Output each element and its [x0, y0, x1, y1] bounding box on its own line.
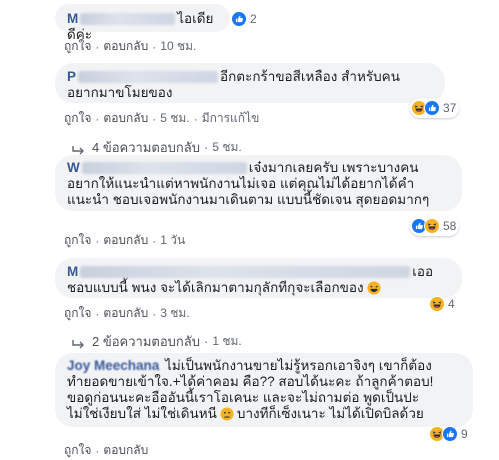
- redacted-name: [80, 13, 176, 26]
- reply-link[interactable]: ตอบกลับ: [103, 304, 148, 323]
- reply-link[interactable]: ตอบกลับ: [103, 109, 148, 128]
- reaction-count: 4: [448, 297, 455, 311]
- comment-text-line: อยากมาขโมยของ: [67, 85, 173, 100]
- replies-time: 1 ชม.: [212, 334, 242, 348]
- reply-arrow-icon: [72, 337, 86, 348]
- redacted-name: [80, 266, 411, 279]
- comment-author[interactable]: Joy Meechana: [67, 358, 159, 373]
- redacted-name: [78, 71, 219, 84]
- like-link[interactable]: ถูกใจ: [64, 37, 91, 56]
- comment-bubble: M เออ ชอบแบบนี้ พนง จะได้เลิกมาตามกุลักที…: [55, 258, 462, 298]
- comment-text-line: อีกตะกร้าขอสีเหลือง สำหรับคน: [220, 69, 400, 84]
- timestamp[interactable]: 5 ชม.: [160, 109, 189, 128]
- grin-emoji-icon: [367, 281, 381, 295]
- comment-bubble: W เจ๋งมากเลยครับ เพราะบางคน อยากให้แนะนำแ…: [55, 155, 462, 211]
- view-replies-link[interactable]: 2 ข้อความตอบกลับ · 1 ชม.: [72, 331, 242, 352]
- like-link[interactable]: ถูกใจ: [64, 441, 91, 460]
- comment-text-line: ทำยอดขายเข้าใจ.+ได้ค่าคอม คือ?? สอบได้นะ…: [67, 374, 434, 389]
- comment-text-line: ขอดูก่อนนะคะอืออันนี้เราโอเคนะ และจะไม่ถ…: [67, 390, 420, 405]
- like-link[interactable]: ถูกใจ: [64, 109, 91, 128]
- sad-emoji-icon: [220, 407, 234, 421]
- comment-actions: ถูกใจ · ตอบกลับ · 1 วัน: [64, 231, 185, 250]
- comment-actions: ถูกใจ · ตอบกลับ · 10 ชม.: [64, 37, 196, 56]
- comment-text-line: ชอบแบบนี้ พนง จะได้เลิกมาตามกุลักทีกุจะเ…: [67, 280, 364, 295]
- reaction-summary[interactable]: 9: [428, 424, 471, 444]
- comment-author[interactable]: W: [67, 160, 80, 175]
- comment-actions: ถูกใจ · ตอบกลับ · 5 ชม. · มีการแก้ไข: [64, 109, 259, 128]
- comment-text-line: เออ: [412, 264, 434, 279]
- replies-count: 2 ข้อความตอบกลับ: [92, 334, 200, 349]
- comment-author[interactable]: P: [67, 69, 76, 84]
- comment-bubble: M ไอเดียดีค่ะ: [55, 4, 230, 42]
- comment-bubble: Joy Meechana ไม่เป็นพนักงานขายไม่รู้หรอก…: [55, 353, 473, 427]
- reaction-count: 58: [443, 219, 457, 233]
- comment-text-line: แนะนำ ชอบเจอพนักงานมาเดินตาม แบบนี้ชัดเจ…: [67, 192, 430, 207]
- like-link[interactable]: ถูกใจ: [64, 231, 91, 250]
- like-reaction-icon: [424, 100, 440, 116]
- redacted-name: [81, 162, 247, 175]
- reaction-summary[interactable]: 2: [230, 9, 260, 29]
- comment-actions: ถูกใจ · ตอบกลับ: [64, 441, 148, 460]
- reaction-summary[interactable]: 58: [410, 216, 460, 236]
- reaction-count: 2: [250, 12, 257, 26]
- like-reaction-icon: [231, 11, 247, 27]
- reaction-summary[interactable]: 4: [428, 294, 458, 314]
- edited-label[interactable]: มีการแก้ไข: [202, 109, 260, 128]
- timestamp[interactable]: 10 ชม.: [160, 37, 196, 56]
- comment-text-line: ไม่เป็นพนักงานขายไม่รู้หรอกเอาจิงๆ เขาก็…: [165, 358, 432, 373]
- haha-reaction-icon: [424, 218, 440, 234]
- comment-author[interactable]: M: [67, 11, 78, 26]
- comment-actions: ถูกใจ · ตอบกลับ · 3 ชม.: [64, 304, 190, 323]
- comment-text-line: อยากให้แนะนำแต่หาพนักงานไม่เจอ แต่คุณไม่…: [67, 176, 415, 191]
- reaction-count: 9: [461, 427, 468, 441]
- comment-author[interactable]: M: [67, 264, 78, 279]
- reaction-summary[interactable]: 37: [410, 98, 460, 118]
- reply-arrow-icon: [72, 143, 86, 154]
- reply-link[interactable]: ตอบกลับ: [103, 441, 148, 460]
- comment-text-line: ไม่ใช่เงียบใส่ ไม่ใช่เดินหนี: [67, 406, 217, 421]
- like-reaction-icon: [442, 426, 458, 442]
- comment-text-line: บางทีก็เซ็งเนาะ ไม่ได้เปิดบิลด้วย: [236, 406, 424, 421]
- timestamp[interactable]: 1 วัน: [160, 231, 185, 250]
- like-link[interactable]: ถูกใจ: [64, 304, 91, 323]
- comment-bubble: P อีกตะกร้าขอสีเหลือง สำหรับคน อยากมาขโมย…: [55, 63, 445, 103]
- comment-text-line: เจ๋งมากเลยครับ เพราะบางคน: [248, 160, 419, 175]
- haha-reaction-icon: [429, 296, 445, 312]
- timestamp[interactable]: 3 ชม.: [160, 304, 189, 323]
- reply-link[interactable]: ตอบกลับ: [103, 231, 148, 250]
- reply-link[interactable]: ตอบกลับ: [103, 37, 148, 56]
- reaction-count: 37: [443, 101, 457, 115]
